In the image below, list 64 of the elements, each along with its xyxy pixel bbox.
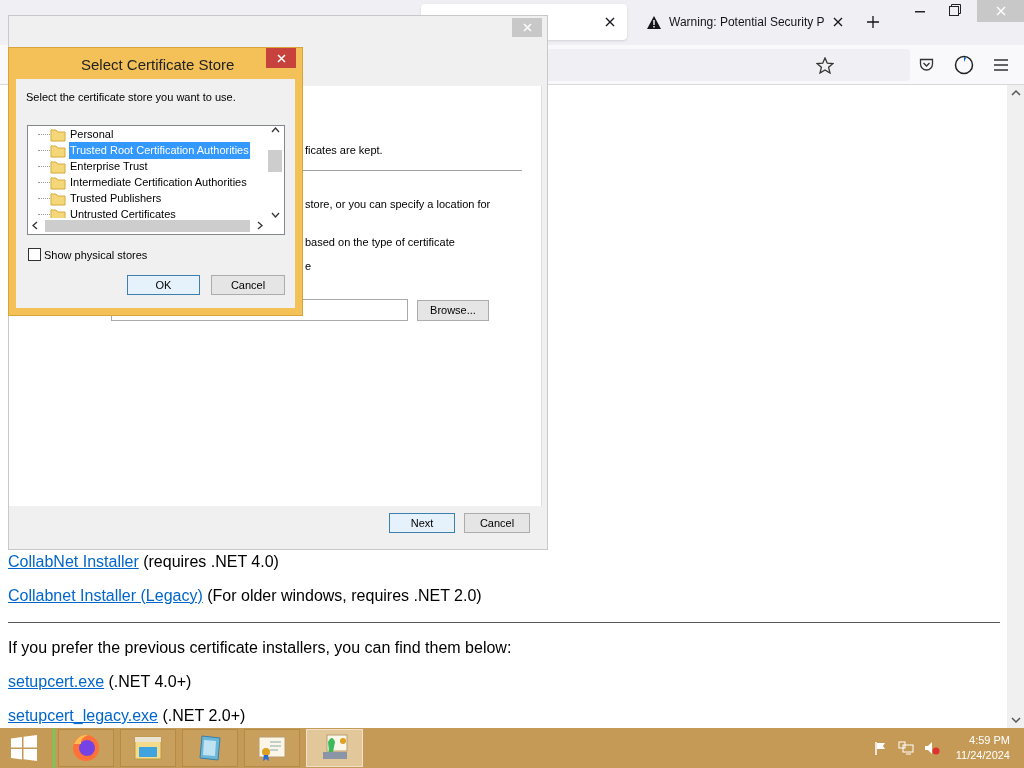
checkbox-label: Show physical stores bbox=[44, 247, 148, 263]
next-button[interactable]: Next bbox=[389, 513, 455, 533]
scroll-up-icon[interactable] bbox=[270, 126, 280, 133]
star-icon[interactable] bbox=[816, 56, 834, 74]
close-button[interactable] bbox=[266, 48, 296, 68]
store-item[interactable]: Personal bbox=[69, 126, 115, 143]
scroll-left-icon[interactable] bbox=[32, 221, 38, 230]
network-icon[interactable] bbox=[897, 741, 914, 755]
dialog-title: Select Certificate Store bbox=[81, 55, 235, 75]
paragraph: If you prefer the previous certificate installers, you can find them below: bbox=[8, 638, 512, 658]
folder-icon bbox=[50, 143, 66, 158]
close-icon[interactable] bbox=[833, 17, 843, 27]
scroll-down-icon[interactable] bbox=[270, 211, 280, 218]
tab-title: Warning: Potential Security P bbox=[669, 14, 825, 31]
restore-icon[interactable] bbox=[949, 4, 961, 16]
dialog-prompt: Select the certificate store you want to use. bbox=[26, 90, 237, 105]
wizard-text: ficates are kept. bbox=[305, 143, 383, 158]
folder-icon bbox=[50, 127, 66, 142]
browse-button[interactable]: Browse... bbox=[417, 300, 489, 321]
store-item[interactable]: Untrusted Certificates bbox=[69, 206, 177, 218]
link-note: (requires .NET 4.0) bbox=[142, 552, 279, 572]
ok-button[interactable]: OK bbox=[127, 275, 200, 295]
scroll-down-icon[interactable] bbox=[1010, 716, 1021, 724]
checkbox[interactable] bbox=[28, 248, 41, 262]
scroll-thumb[interactable] bbox=[45, 219, 250, 232]
new-tab-icon[interactable] bbox=[867, 16, 879, 28]
taskbar-app-button[interactable] bbox=[244, 729, 300, 767]
pocket-icon[interactable] bbox=[919, 58, 934, 72]
cancel-button[interactable]: Cancel bbox=[464, 513, 530, 533]
horizontal-scrollbar[interactable] bbox=[29, 218, 266, 233]
vertical-scrollbar[interactable] bbox=[267, 126, 283, 218]
wizard-text: based on the type of certificate bbox=[305, 235, 455, 250]
link-note: (.NET 2.0+) bbox=[161, 706, 246, 726]
fox-globe-icon[interactable] bbox=[70, 732, 102, 764]
download-link[interactable]: Collabnet Installer (Legacy) bbox=[8, 584, 203, 608]
folder-icon bbox=[50, 175, 66, 190]
taskbar-app-button[interactable] bbox=[58, 729, 114, 767]
taskbar-app-button[interactable] bbox=[120, 729, 176, 767]
store-item[interactable]: Trusted Publishers bbox=[69, 190, 163, 207]
close-icon[interactable] bbox=[605, 17, 615, 27]
folder-icon bbox=[50, 191, 66, 206]
link-note: (.NET 4.0+) bbox=[107, 672, 192, 692]
folder-icon bbox=[50, 159, 66, 174]
taskbar-app-button[interactable] bbox=[182, 729, 238, 767]
account-icon[interactable] bbox=[954, 55, 974, 75]
scrollbar[interactable] bbox=[1007, 85, 1024, 728]
download-link[interactable]: CollabNet Installer bbox=[8, 550, 139, 574]
speaker-muted-icon[interactable] bbox=[923, 741, 940, 755]
warning-icon bbox=[647, 15, 661, 29]
windows-start-icon[interactable] bbox=[11, 735, 37, 761]
link-note: (For older windows, requires .NET 2.0) bbox=[206, 586, 482, 606]
download-link[interactable]: setupcert_legacy.exe bbox=[8, 704, 158, 728]
wizard-text: store, or you can specify a location for bbox=[305, 197, 491, 212]
download-link[interactable]: setupcert.exe bbox=[8, 670, 105, 694]
browser-tab[interactable]: Warning: Potential Security P bbox=[635, 4, 855, 40]
store-item[interactable]: Intermediate Certification Authorities bbox=[69, 174, 248, 191]
wizard-text: e bbox=[305, 259, 312, 274]
scroll-up-icon[interactable] bbox=[1010, 89, 1021, 97]
scroll-right-icon[interactable] bbox=[257, 221, 263, 230]
scroll-thumb[interactable] bbox=[268, 150, 282, 172]
flag-icon[interactable] bbox=[873, 741, 888, 755]
cancel-button[interactable]: Cancel bbox=[211, 275, 285, 295]
store-item[interactable]: Enterprise Trust bbox=[69, 158, 149, 175]
menu-icon[interactable] bbox=[994, 59, 1008, 71]
